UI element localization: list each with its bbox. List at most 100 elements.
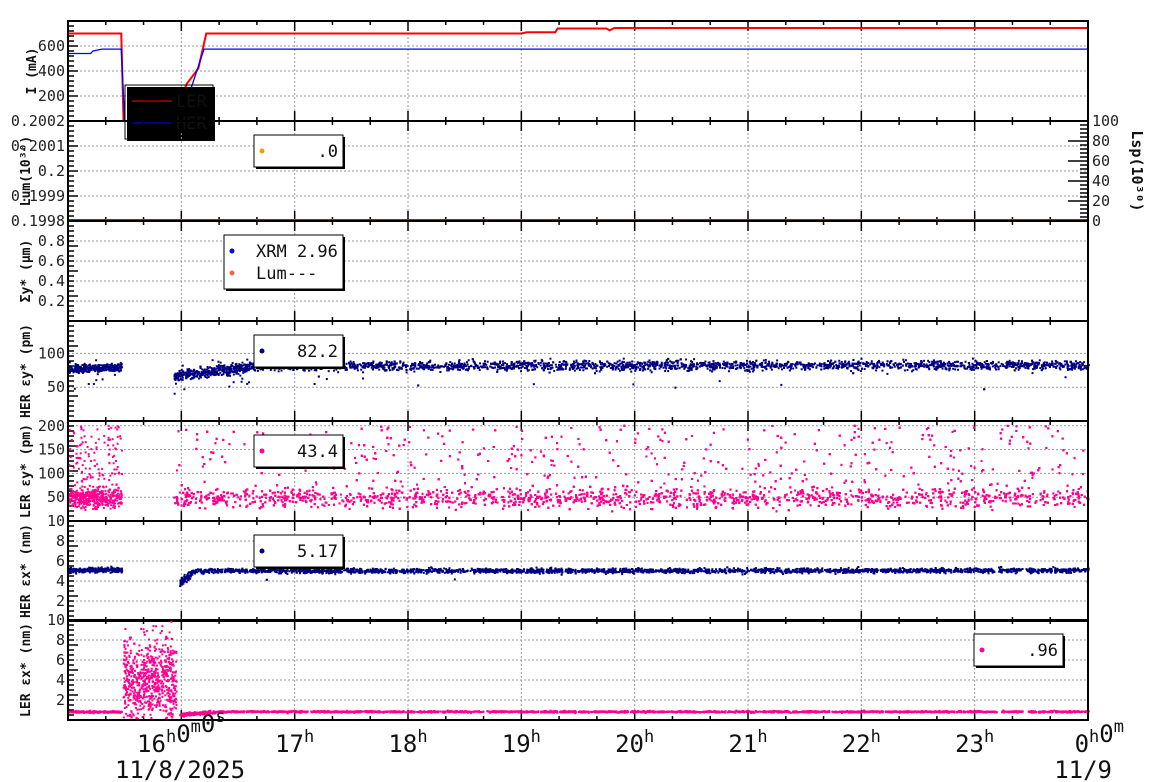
her_ey-point: [191, 372, 194, 375]
her_ey-point: [774, 365, 777, 368]
legend-swatch: [259, 348, 265, 354]
y-tick-label: 50: [47, 488, 65, 506]
ler_ey-point: [88, 491, 91, 494]
her_ey-point: [739, 362, 742, 365]
ler_ey-point: [81, 441, 84, 444]
her_ey-point: [458, 368, 461, 371]
her_ey-point: [762, 359, 765, 362]
ler_ey-point: [94, 494, 97, 497]
ler_ey-point: [87, 455, 90, 458]
her_ey-point: [845, 366, 848, 369]
her_ey-point: [391, 363, 394, 366]
ler_ey-point: [107, 491, 110, 494]
her_ey-point: [781, 368, 784, 371]
her_ey-point: [823, 365, 826, 368]
ler_ey-point: [97, 438, 100, 441]
her_ey-point: [696, 366, 699, 369]
her_ey-point: [362, 371, 365, 374]
her_ey-point: [945, 368, 948, 371]
her_ey-point: [460, 365, 463, 368]
her_ey-point: [501, 367, 504, 370]
her_ey-point: [927, 359, 930, 362]
ler_ey-point: [71, 504, 74, 507]
her_ey-point: [588, 359, 591, 362]
ler_ey-point: [71, 496, 74, 499]
panel-lum: 0.19980.19990.20.20010.2002Lum(10³⁰)0204…: [11, 112, 1146, 230]
her_ey-point: [1058, 367, 1061, 370]
her_ey-point: [381, 367, 384, 370]
ler_ey-point: [102, 485, 105, 488]
her_ey-point: [1063, 360, 1066, 363]
her_ey-point: [682, 364, 685, 367]
her_ey-point: [510, 362, 513, 365]
her_ey-point: [706, 364, 709, 367]
her_ey-point: [231, 362, 234, 365]
her_ey-point: [1038, 359, 1041, 362]
her_ey-point: [246, 382, 249, 385]
her_ey-point: [204, 372, 207, 375]
her_ey-point: [1044, 367, 1047, 370]
her_ey-point: [85, 366, 88, 369]
her_ey-point: [345, 366, 348, 369]
her_ey-point: [1005, 362, 1008, 365]
ler_ey-point: [69, 447, 72, 450]
her_ey-point: [391, 368, 394, 371]
ler_ey-point: [98, 485, 101, 488]
ler_ey-point: [97, 503, 100, 506]
legend-lum: .0: [253, 134, 345, 169]
her_ey-point: [870, 360, 873, 363]
her_ey-point: [649, 361, 652, 364]
her_ey-point: [277, 370, 280, 373]
her_ey-point: [962, 364, 965, 367]
her_ey-point: [800, 363, 803, 366]
ler_ey-point: [116, 442, 119, 445]
ler_ey-point: [75, 452, 78, 455]
her_ey-point: [554, 363, 557, 366]
ler_ey-point: [106, 503, 109, 506]
her_ey-point: [1056, 361, 1059, 364]
her_ey-point: [429, 368, 432, 371]
her_ey-point: [234, 370, 237, 373]
her_ey-point: [860, 357, 863, 360]
her_ey-point: [609, 363, 612, 366]
ler_ey-point: [112, 506, 115, 509]
ler_ey-point: [69, 456, 72, 459]
her_ey-point: [121, 366, 124, 369]
her_ey-point: [478, 369, 481, 372]
her_ey-point: [983, 361, 986, 364]
her_ey-point: [904, 359, 907, 362]
her_ey-point: [483, 362, 486, 365]
ler_ey-point: [110, 504, 113, 507]
ler_ey-point: [107, 444, 110, 447]
her_ey-point: [1081, 362, 1084, 365]
her_ey-point: [776, 359, 779, 362]
ler_ey-point: [120, 473, 123, 476]
ler_ey-point: [117, 505, 120, 508]
her_ey-point: [676, 367, 679, 370]
her_ey-point: [853, 362, 856, 365]
her_ey-point: [598, 361, 601, 364]
ler_ey-point: [97, 505, 100, 508]
her_ey-point: [388, 361, 391, 364]
ler_ey-point: [88, 467, 91, 470]
her_ey-point: [946, 364, 949, 367]
her_ey-point: [496, 368, 499, 371]
ler_ey-point: [88, 473, 91, 476]
her_ey-point: [1011, 362, 1014, 365]
ler_ey-point: [116, 435, 119, 438]
her_ey-point: [463, 364, 466, 367]
her_ey-point: [606, 365, 609, 368]
her_ey-point: [830, 362, 833, 365]
her_ey-point: [576, 364, 579, 367]
her_ey-point: [352, 360, 355, 363]
her_ey-point: [631, 360, 634, 363]
her_ey-point: [696, 362, 699, 365]
ler_ey-point: [113, 472, 116, 475]
her_ey-point: [583, 364, 586, 367]
her_ey-point: [795, 366, 798, 369]
her_ey-point: [378, 364, 381, 367]
her_ey-point: [208, 372, 211, 375]
ler_ey-point: [102, 499, 105, 502]
her_ey-point: [611, 363, 614, 366]
her_ey-point: [411, 362, 414, 365]
